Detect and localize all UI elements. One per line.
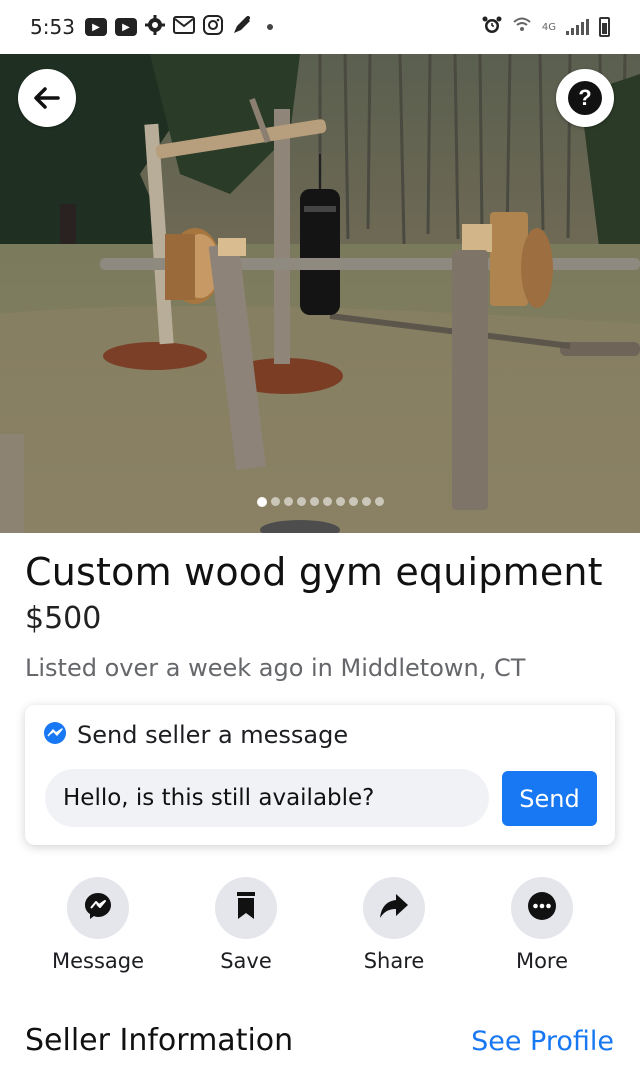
- pager-dot[interactable]: [270, 497, 280, 506]
- messenger-icon: [83, 891, 113, 925]
- youtube-icon: ▶: [84, 18, 107, 36]
- pen-icon: [231, 14, 253, 40]
- message-action-circle[interactable]: [67, 877, 129, 939]
- pager-dot[interactable]: [361, 497, 371, 506]
- more-action[interactable]: More: [482, 877, 602, 973]
- pager-dot[interactable]: [283, 497, 293, 506]
- instagram-icon: [202, 15, 223, 39]
- signal-icon: [566, 19, 589, 35]
- more-dots-icon: [527, 891, 557, 925]
- pager-dot[interactable]: [256, 497, 267, 507]
- back-button[interactable]: [18, 69, 76, 127]
- question-icon: ?: [568, 81, 602, 115]
- action-row: Message Save Share More: [0, 877, 640, 977]
- share-action[interactable]: Share: [334, 877, 454, 973]
- more-action-circle[interactable]: [511, 877, 573, 939]
- send-button[interactable]: Send: [502, 771, 597, 826]
- network-type-label: 4G: [541, 21, 556, 33]
- save-action-label: Save: [220, 949, 272, 973]
- message-seller-card: Send seller a message Hello, is this sti…: [25, 705, 615, 845]
- share-arrow-icon: [379, 893, 409, 923]
- share-action-label: Share: [363, 949, 425, 973]
- listing-title: Custom wood gym equipment: [25, 550, 603, 594]
- message-input[interactable]: Hello, is this still available?: [45, 769, 489, 827]
- system-icons: 4G: [482, 15, 610, 39]
- message-card-title: Send seller a message: [77, 721, 349, 749]
- more-action-label: More: [515, 949, 569, 973]
- settings-icon: [144, 15, 165, 39]
- status-time: 5:53: [30, 15, 75, 39]
- youtube-icon: ▶: [114, 18, 137, 36]
- notification-icons: ▶ ▶: [84, 14, 273, 40]
- message-action-label: Message: [51, 949, 145, 973]
- listing-price: $500: [25, 601, 102, 636]
- battery-icon: [599, 17, 610, 37]
- pager-dot[interactable]: [335, 497, 345, 506]
- pager-dot[interactable]: [374, 497, 384, 506]
- photo-pager[interactable]: [0, 497, 640, 507]
- listing-photo[interactable]: ?: [0, 54, 640, 533]
- arrow-left-icon: [34, 87, 60, 109]
- pager-dot[interactable]: [296, 497, 306, 506]
- message-card-header: Send seller a message: [43, 721, 348, 749]
- save-action[interactable]: Save: [186, 877, 306, 973]
- pager-dot[interactable]: [322, 497, 332, 506]
- message-action[interactable]: Message: [38, 877, 158, 973]
- listing-meta: Listed over a week ago in Middletown, CT: [25, 654, 526, 682]
- share-action-circle[interactable]: [363, 877, 425, 939]
- messenger-icon: [43, 721, 67, 749]
- bookmark-icon: [235, 892, 257, 924]
- see-profile-link[interactable]: See Profile: [471, 1026, 614, 1057]
- photo-illustration: [0, 54, 640, 533]
- pager-dot[interactable]: [348, 497, 358, 506]
- wifi-icon: [512, 16, 532, 38]
- pager-dot[interactable]: [309, 497, 319, 506]
- seller-info-heading: Seller Information: [25, 1023, 294, 1058]
- gmail-icon: [172, 16, 195, 38]
- alarm-icon: [482, 15, 502, 39]
- more-notifications-dot: [266, 24, 273, 30]
- status-bar: 5:53 ▶ ▶ 4G: [0, 0, 640, 54]
- help-button[interactable]: ?: [556, 69, 614, 127]
- save-action-circle[interactable]: [215, 877, 277, 939]
